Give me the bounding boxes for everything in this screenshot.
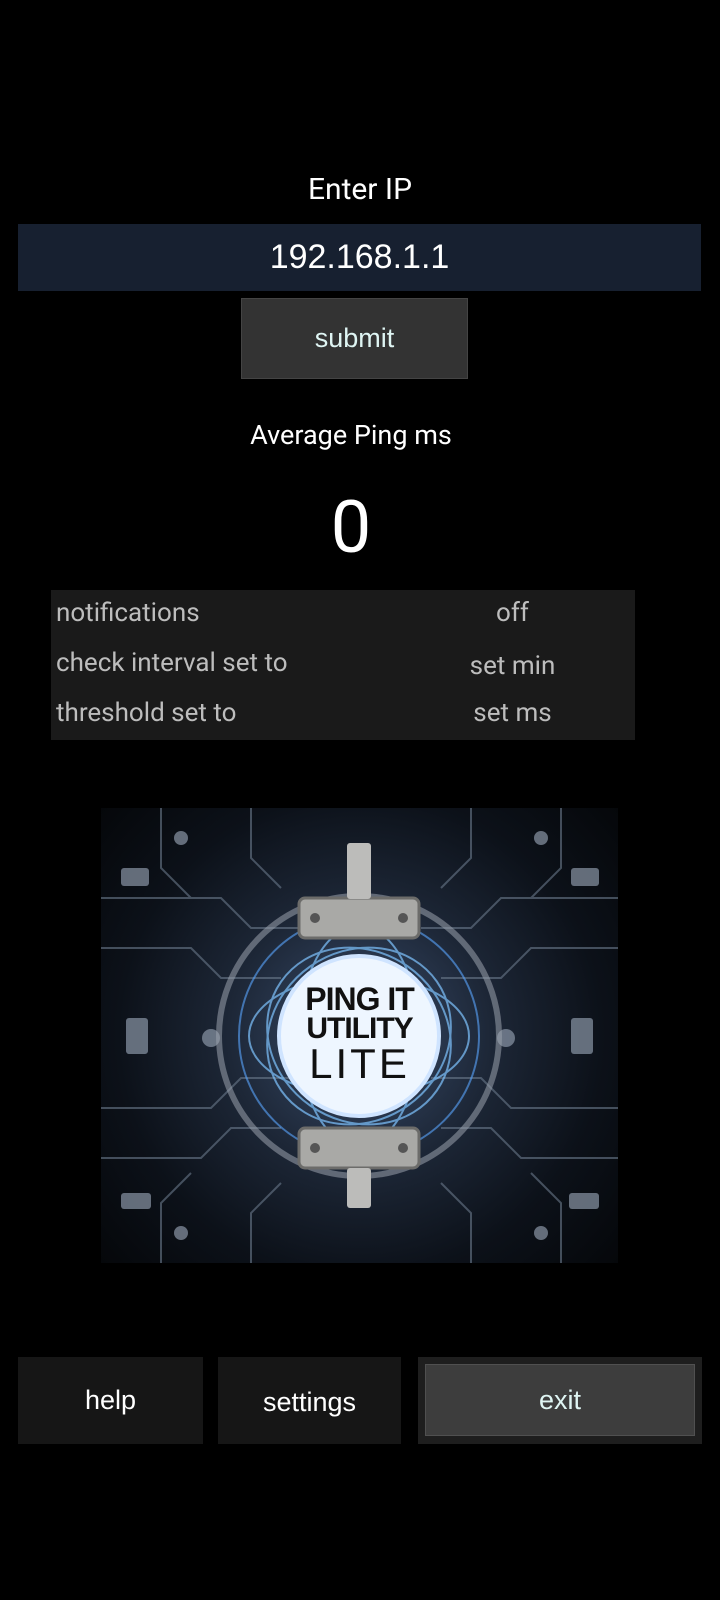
submit-button[interactable]: submit <box>241 298 468 379</box>
logo-text-line3: LITE <box>309 1040 410 1087</box>
check-interval-row: check interval set to set min <box>51 640 635 686</box>
check-interval-label: check interval set to <box>56 648 288 678</box>
notifications-row: notifications off <box>51 590 635 636</box>
exit-button-frame: exit <box>418 1357 702 1444</box>
settings-button[interactable]: settings <box>218 1357 401 1444</box>
settings-summary-table: notifications off check interval set to … <box>51 590 635 740</box>
exit-button[interactable]: exit <box>425 1364 695 1436</box>
threshold-label: threshold set to <box>56 698 237 728</box>
average-ping-value: 0 <box>330 485 372 570</box>
notifications-toggle[interactable]: off <box>431 598 594 628</box>
notifications-label: notifications <box>56 598 200 628</box>
app-screen: Enter IP submit Average Ping ms 0 notifi… <box>0 0 720 1600</box>
average-ping-label: Average Ping ms <box>250 419 452 451</box>
threshold-row: threshold set to set ms <box>51 690 635 736</box>
app-logo-image: PING IT UTILITY LITE <box>101 808 618 1263</box>
check-interval-value[interactable]: set min <box>431 651 594 681</box>
help-button[interactable]: help <box>18 1357 203 1444</box>
enter-ip-label: Enter IP <box>307 172 413 207</box>
threshold-value[interactable]: set ms <box>431 698 594 728</box>
ip-input[interactable] <box>18 224 701 291</box>
